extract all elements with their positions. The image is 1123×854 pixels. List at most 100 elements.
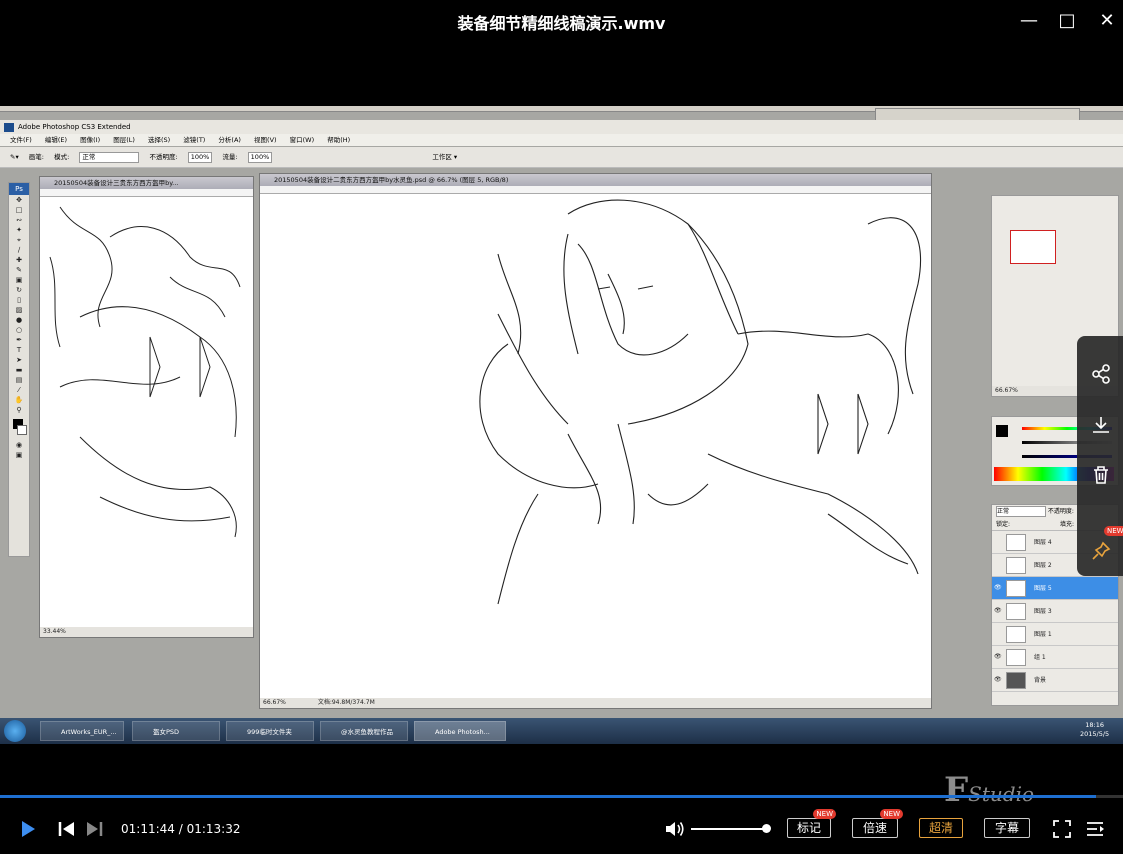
- menu-item[interactable]: 图层(L): [113, 136, 135, 144]
- quality-button[interactable]: 超清: [919, 818, 963, 838]
- ruler-horizontal: [260, 186, 931, 194]
- mode-label: 模式:: [54, 153, 70, 161]
- pen-tool-icon[interactable]: ✒: [12, 336, 26, 345]
- menu-item[interactable]: 视图(V): [254, 136, 277, 144]
- opacity-input[interactable]: 100%: [187, 152, 213, 163]
- stamp-tool-icon[interactable]: ▣: [12, 276, 26, 285]
- marquee-tool-icon[interactable]: □: [12, 206, 26, 215]
- layer-row[interactable]: 👁 背景: [992, 669, 1118, 692]
- taskbar-item[interactable]: ArtWorks_EUR_...: [40, 721, 124, 741]
- menu-item[interactable]: 文件(F): [10, 136, 32, 144]
- speed-new-badge: NEW: [880, 809, 903, 819]
- blur-tool-icon[interactable]: ●: [12, 316, 26, 325]
- speed-button[interactable]: 倍速 NEW: [852, 809, 903, 838]
- slice-tool-icon[interactable]: ∕: [12, 246, 26, 255]
- eraser-tool-icon[interactable]: ▯: [12, 296, 26, 305]
- time-display: 01:11:44 / 01:13:32: [121, 822, 240, 836]
- side-action-panel: NEW: [1077, 336, 1123, 576]
- close-icon[interactable]: ✕: [1094, 8, 1120, 34]
- menu-item[interactable]: 图像(I): [80, 136, 100, 144]
- flow-input[interactable]: 100%: [247, 152, 273, 163]
- layer-thumbnail: [1006, 557, 1026, 574]
- volume-icon[interactable]: [664, 819, 686, 839]
- menu-item[interactable]: 帮助(H): [327, 136, 350, 144]
- prev-icon[interactable]: [58, 821, 76, 837]
- heal-tool-icon[interactable]: ✚: [12, 256, 26, 265]
- share-icon[interactable]: [1090, 363, 1112, 385]
- doc-small-zoom: 33.44%: [43, 628, 66, 635]
- menu-item[interactable]: 窗口(W): [290, 136, 315, 144]
- taskbar-item[interactable]: @水灵鱼教程作品: [320, 721, 408, 741]
- tools-panel: Ps ✥ □ ∾ ✦ ⌖ ∕ ✚ ✎ ▣ ↻ ▯ ▨ ● ○ ✒ T ➤ ▬ ▤…: [8, 182, 30, 557]
- shape-tool-icon[interactable]: ▬: [12, 366, 26, 375]
- eye-icon[interactable]: 👁: [994, 653, 1002, 661]
- lasso-tool-icon[interactable]: ∾: [12, 216, 26, 225]
- hand-tool-icon[interactable]: ✋: [12, 396, 26, 405]
- menu-item[interactable]: 分析(A): [218, 136, 241, 144]
- eye-icon[interactable]: 👁: [994, 607, 1002, 615]
- flow-label: 流量:: [222, 153, 238, 161]
- blend-mode-select[interactable]: 正常: [996, 506, 1046, 517]
- layers-opacity-label: 不透明度:: [1047, 508, 1074, 515]
- current-time: 01:11:44: [121, 822, 175, 836]
- volume-knob[interactable]: [762, 824, 771, 833]
- time-separator: /: [174, 822, 187, 836]
- next-icon[interactable]: [85, 821, 103, 837]
- eye-icon[interactable]: 👁: [994, 584, 1002, 592]
- workspace-button[interactable]: 工作区 ▾: [432, 153, 457, 161]
- zoom-tool-icon[interactable]: ⚲: [12, 406, 26, 415]
- maximize-icon[interactable]: □: [1054, 8, 1080, 34]
- mode-select[interactable]: 正常: [79, 152, 140, 163]
- ps-menubar: 文件(F) 编辑(E) 图像(I) 图层(L) 选择(S) 滤镜(T) 分析(A…: [0, 134, 1123, 146]
- mark-button[interactable]: 标记 NEW: [787, 809, 836, 838]
- subtitle-button[interactable]: 字幕: [984, 818, 1030, 838]
- crop-tool-icon[interactable]: ⌖: [12, 236, 26, 245]
- menu-item[interactable]: 编辑(E): [45, 136, 67, 144]
- start-button[interactable]: [4, 720, 26, 742]
- menu-item[interactable]: 滤镜(T): [183, 136, 205, 144]
- doc-window-main[interactable]: 20150504装备设计二贵东方西方盔甲by水灵鱼.psd @ 66.7% (图…: [259, 173, 932, 709]
- gradient-tool-icon[interactable]: ▨: [12, 306, 26, 315]
- lineart-canvas[interactable]: [268, 194, 928, 694]
- taskbar-item[interactable]: 999临时文件夹: [226, 721, 314, 741]
- layer-row[interactable]: 👁 图层 5: [992, 577, 1118, 600]
- progress-fill: [0, 795, 1096, 798]
- video-player: 装备细节精细线稿演示.wmv — □ ✕ Adobe Photoshop CS3…: [0, 0, 1123, 854]
- brush-tool-icon[interactable]: ✎: [12, 266, 26, 275]
- eye-icon[interactable]: [994, 630, 1002, 638]
- doc-window-small[interactable]: 20150504装备设计三贵东方西方盔甲by... 33.44%: [39, 176, 254, 638]
- eyedropper-icon[interactable]: ⁄: [12, 386, 26, 395]
- playlist-icon[interactable]: [1085, 819, 1105, 839]
- navigator-view-box[interactable]: [1010, 230, 1056, 264]
- layer-row[interactable]: 👁 图层 3: [992, 600, 1118, 623]
- video-frame[interactable]: Adobe Photoshop CS3 Extended 文件(F) 编辑(E)…: [0, 106, 1123, 744]
- trash-icon[interactable]: [1090, 464, 1112, 486]
- path-select-icon[interactable]: ➤: [12, 356, 26, 365]
- dodge-tool-icon[interactable]: ○: [12, 326, 26, 335]
- pin-icon[interactable]: NEW: [1090, 526, 1123, 562]
- history-brush-icon[interactable]: ↻: [12, 286, 26, 295]
- minimize-icon[interactable]: —: [1016, 8, 1042, 34]
- screen-mode-icon[interactable]: ▣: [12, 451, 26, 460]
- taskbar-item[interactable]: 盔女PSD: [132, 721, 220, 741]
- background-color-swatch[interactable]: [17, 425, 27, 435]
- menu-item[interactable]: 选择(S): [148, 136, 170, 144]
- type-tool-icon[interactable]: T: [12, 346, 26, 355]
- color-fg-swatch[interactable]: [996, 425, 1008, 437]
- eye-icon[interactable]: [994, 561, 1002, 569]
- taskbar-item[interactable]: Adobe Photosh...: [414, 721, 506, 741]
- brush-icon[interactable]: ✎▾: [10, 153, 19, 161]
- eye-icon[interactable]: 👁: [994, 676, 1002, 684]
- download-icon[interactable]: [1090, 414, 1112, 436]
- fullscreen-icon[interactable]: [1052, 819, 1072, 839]
- quickmask-icon[interactable]: ◉: [12, 441, 26, 450]
- layer-row[interactable]: 图层 1: [992, 623, 1118, 646]
- move-tool-icon[interactable]: ✥: [12, 196, 26, 205]
- notes-tool-icon[interactable]: ▤: [12, 376, 26, 385]
- doc-main-title: 20150504装备设计二贵东方西方盔甲by水灵鱼.psd @ 66.7% (图…: [260, 174, 931, 186]
- wand-tool-icon[interactable]: ✦: [12, 226, 26, 235]
- play-icon[interactable]: [20, 820, 36, 838]
- layer-row[interactable]: 👁 组 1: [992, 646, 1118, 669]
- video-title: 装备细节精细线稿演示.wmv: [457, 14, 666, 33]
- eye-icon[interactable]: [994, 538, 1002, 546]
